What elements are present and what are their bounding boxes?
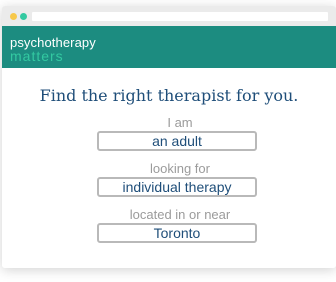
who-select[interactable]: an adult: [97, 131, 257, 151]
headline: Find the right therapist for you.: [39, 86, 299, 105]
window-dot-yellow[interactable]: [10, 13, 17, 20]
what-label: looking for: [150, 161, 210, 176]
window-dot-green[interactable]: [20, 13, 27, 20]
address-bar[interactable]: [32, 12, 328, 21]
who-label: I am: [167, 115, 193, 130]
search-panel: Find the right therapist for you. I am a…: [2, 68, 336, 268]
what-select[interactable]: individual therapy: [97, 177, 257, 197]
browser-window: psychotherapy matters Find the right the…: [2, 6, 336, 268]
where-label: located in or near: [129, 207, 231, 222]
where-input[interactable]: Toronto: [97, 223, 257, 243]
browser-titlebar: [2, 6, 336, 26]
site-header: psychotherapy matters: [2, 26, 336, 68]
brand-name-bottom: matters: [10, 48, 64, 64]
